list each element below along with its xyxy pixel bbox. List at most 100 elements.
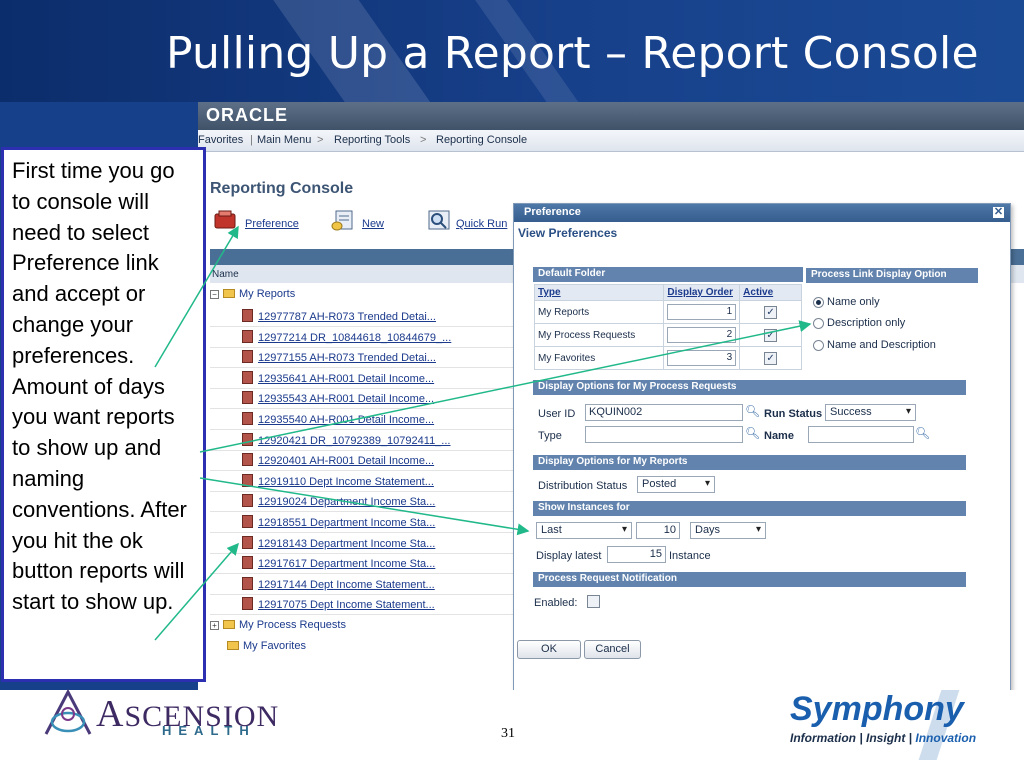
report-link[interactable]: 12977787 AH-R073 Trended Detai...: [258, 311, 436, 323]
breadcrumb-favorites[interactable]: Favorites: [198, 134, 243, 146]
report-link[interactable]: 12917075 Dept Income Statement...: [258, 599, 435, 611]
show-instances-header: Show Instances for: [533, 501, 966, 516]
radio-name-only[interactable]: [813, 297, 824, 308]
expand-icon[interactable]: +: [210, 621, 219, 630]
enabled-checkbox[interactable]: [587, 595, 600, 608]
report-icon: [242, 597, 253, 611]
lookup-icon[interactable]: 🔍︎: [915, 426, 930, 440]
close-icon[interactable]: ✕: [993, 207, 1004, 218]
breadcrumb-reporting-tools[interactable]: Reporting Tools: [334, 134, 410, 146]
slide-header: Pulling Up a Report – Report Console: [0, 0, 1024, 102]
symphony-tagline: Information | Insight | Innovation: [790, 731, 976, 745]
type-input[interactable]: [585, 426, 743, 443]
report-row[interactable]: 12919110 Dept Income Statement...: [210, 472, 518, 492]
oracle-logo: ORACLE: [206, 105, 288, 125]
report-link[interactable]: 12935543 AH-R001 Detail Income...: [258, 393, 434, 405]
display-order-input[interactable]: 2: [667, 327, 737, 343]
display-order-input[interactable]: 3: [667, 350, 737, 366]
new-report-icon[interactable]: [330, 208, 356, 232]
report-row[interactable]: 12917075 Dept Income Statement...: [210, 595, 518, 616]
radio-name-and-description[interactable]: [813, 340, 824, 351]
page-title: Reporting Console: [210, 180, 354, 197]
instance-count-input[interactable]: 10: [636, 522, 680, 539]
unit-select[interactable]: Days: [690, 522, 766, 539]
dialog-title: Preference: [514, 204, 1010, 222]
folder-my-favorites[interactable]: My Favorites: [227, 640, 306, 652]
user-id-input[interactable]: KQUIN002: [585, 404, 743, 421]
active-checkbox[interactable]: ✓: [764, 351, 778, 365]
distribution-status-select[interactable]: Posted: [637, 476, 715, 493]
page-number: 31: [501, 726, 515, 741]
name-input[interactable]: [808, 426, 914, 443]
new-link[interactable]: New: [362, 218, 384, 230]
breadcrumb-main-menu[interactable]: Main Menu: [257, 134, 311, 146]
display-latest-label: Display latest: [536, 550, 602, 562]
report-link[interactable]: 12919110 Dept Income Statement...: [258, 476, 434, 488]
radio-label: Name and Description: [827, 339, 936, 351]
ascension-logo-icon: [44, 688, 92, 735]
report-row[interactable]: 12935543 AH-R001 Detail Income...: [210, 389, 518, 410]
notification-header: Process Request Notification: [533, 572, 966, 587]
table-row: My Favorites 3 ✓: [533, 346, 802, 370]
preference-link[interactable]: Preference: [245, 218, 299, 230]
report-link[interactable]: 12920401 AH-R001 Detail Income...: [258, 455, 434, 467]
table-row: My Reports 1 ✓: [533, 300, 802, 324]
report-row[interactable]: 12920421 DR_10792389_10792411_...: [210, 431, 518, 451]
breadcrumb-reporting-console: Reporting Console: [436, 134, 528, 146]
quick-run-link[interactable]: Quick Run: [456, 218, 507, 230]
column-header-display-order[interactable]: Display Order: [663, 284, 741, 301]
active-checkbox[interactable]: ✓: [764, 328, 778, 342]
report-link[interactable]: 12918143 Department Income Sta...: [258, 538, 435, 550]
name-label: Name: [764, 430, 794, 442]
report-link[interactable]: 12935540 AH-R001 Detail Income...: [258, 414, 434, 426]
preference-icon[interactable]: [212, 208, 238, 232]
symphony-logo: Symphony: [790, 690, 964, 728]
lookup-icon[interactable]: 🔍︎: [745, 404, 760, 418]
cancel-button[interactable]: Cancel: [584, 640, 641, 659]
report-row[interactable]: 12920401 AH-R001 Detail Income...: [210, 451, 518, 472]
report-row[interactable]: 12917617 Department Income Sta...: [210, 554, 518, 575]
report-row[interactable]: 12919024 Department Income Sta...: [210, 492, 518, 513]
report-row[interactable]: 12935641 AH-R001 Detail Income...: [210, 369, 518, 389]
display-latest-input[interactable]: 15: [607, 546, 666, 563]
period-select[interactable]: Last: [536, 522, 632, 539]
folder-type: My Process Requests: [533, 323, 665, 347]
report-link[interactable]: 12935641 AH-R001 Detail Income...: [258, 373, 434, 385]
report-row[interactable]: 12977155 AH-R073 Trended Detai...: [210, 348, 518, 369]
lookup-icon[interactable]: 🔍︎: [745, 426, 760, 440]
breadcrumb-separator: >: [317, 134, 324, 146]
run-status-select[interactable]: Success: [825, 404, 916, 421]
report-link[interactable]: 12918551 Department Income Sta...: [258, 517, 435, 529]
report-row[interactable]: 12935540 AH-R001 Detail Income...: [210, 410, 518, 430]
report-icon: [242, 494, 253, 508]
breadcrumb: Favorites | Main Menu > Reporting Tools …: [198, 130, 1024, 152]
collapse-icon[interactable]: −: [210, 290, 219, 299]
report-link[interactable]: 12977155 AH-R073 Trended Detai...: [258, 352, 436, 364]
report-icon: [242, 309, 253, 322]
ok-button[interactable]: OK: [517, 640, 581, 659]
folder-my-process-requests[interactable]: + My Process Requests: [210, 619, 346, 631]
report-link[interactable]: 12917617 Department Income Sta...: [258, 558, 435, 570]
report-icon: [242, 556, 253, 570]
active-checkbox[interactable]: ✓: [764, 305, 778, 319]
folder-icon: [227, 641, 239, 650]
report-link[interactable]: 12920421 DR_10792389_10792411_...: [258, 435, 450, 447]
report-link[interactable]: 12919024 Department Income Sta...: [258, 496, 435, 508]
process-requests-header: Display Options for My Process Requests: [533, 380, 966, 395]
report-icon: [242, 515, 253, 528]
user-id-label: User ID: [538, 408, 576, 420]
report-row[interactable]: 12918143 Department Income Sta...: [210, 534, 518, 554]
report-row[interactable]: 12918551 Department Income Sta...: [210, 513, 518, 533]
report-link[interactable]: 12977214 DR_10844618_10844679_...: [258, 332, 451, 344]
report-row[interactable]: 12977787 AH-R073 Trended Detai...: [210, 307, 518, 327]
report-row[interactable]: 12917144 Dept Income Statement...: [210, 575, 518, 595]
quick-run-icon[interactable]: [426, 208, 452, 232]
report-link[interactable]: 12917144 Dept Income Statement...: [258, 579, 435, 591]
radio-description-only[interactable]: [813, 318, 824, 329]
folder-my-reports[interactable]: − My Reports: [210, 288, 295, 300]
slide-title: Pulling Up a Report – Report Console: [166, 28, 979, 79]
display-order-input[interactable]: 1: [667, 304, 737, 320]
report-row[interactable]: 12977214 DR_10844618_10844679_...: [210, 328, 518, 348]
column-header-type[interactable]: Type: [533, 284, 665, 301]
column-header-active[interactable]: Active: [739, 284, 802, 301]
